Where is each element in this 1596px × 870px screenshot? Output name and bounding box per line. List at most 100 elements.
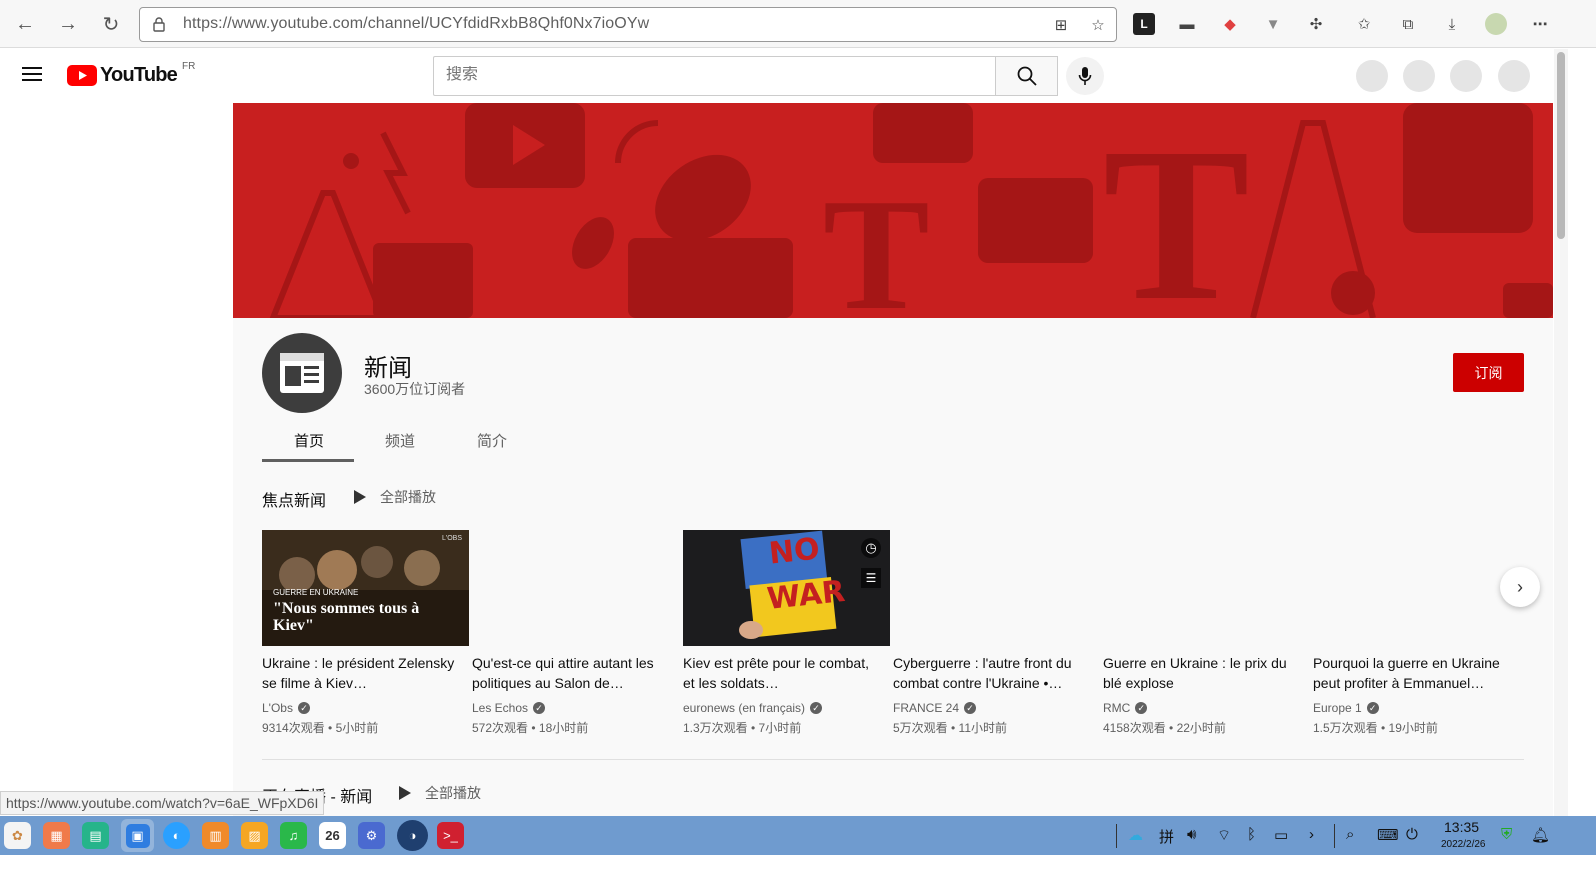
favorites-icon[interactable]: ✩ [1353,13,1375,35]
extension-v-icon[interactable]: ▼ [1262,13,1284,35]
header-button-placeholder[interactable] [1498,60,1530,92]
terminal-icon[interactable]: >_ [437,822,464,849]
svg-text:T: T [823,165,930,318]
security-icon[interactable]: ⛨ [1501,826,1512,843]
volume-icon[interactable]: 🔊︎ [1187,826,1196,843]
forward-icon[interactable]: → [53,9,83,39]
play-all-button[interactable]: 全部播放 [353,487,436,507]
channel-name: Les Echos [472,701,529,715]
video-meta: 572次观看 • 18小时前 [472,721,589,735]
video-title[interactable]: Guerre en Ukraine : le prix du blé explo… [1103,653,1303,693]
video-channel[interactable]: euronews (en français) ✓ [683,701,823,715]
search-taskbar-icon[interactable]: ⌕ [1346,826,1354,843]
menu-icon[interactable] [22,66,42,87]
video-channel[interactable]: FRANCE 24 ✓ [893,701,977,715]
back-icon[interactable]: ← [10,9,40,39]
video-title[interactable]: Qu'est-ce qui attire autant les politiqu… [472,653,672,693]
clock-time[interactable]: 13:35 [1444,819,1479,835]
youtube-play-logo-icon [67,65,97,86]
video-thumbnail[interactable]: L'OBS GUERRE EN UKRAINE "Nous sommes tou… [262,530,469,646]
video-channel[interactable]: RMC ✓ [1103,701,1148,715]
app-store-taskbar-item[interactable]: ▣ [121,819,154,852]
address-bar[interactable]: https://www.youtube.com/channel/UCYfdidR… [139,7,1117,42]
page-scrollbar[interactable] [1554,49,1568,816]
search-button[interactable] [995,56,1058,96]
reload-icon[interactable]: ↻ [96,9,126,39]
video-channel[interactable]: Europe 1 ✓ [1313,701,1379,715]
tab-about[interactable]: 简介 [477,430,507,451]
search-input[interactable] [446,66,966,84]
profile-avatar[interactable] [1485,13,1507,35]
subscriber-count: 3600万位订阅者 [364,381,466,397]
news-banner-art: T T [269,103,1553,318]
channel-name: RMC [1103,701,1131,715]
bluetooth-icon[interactable]: ᛒ [1247,826,1256,843]
region-code: FR [181,61,196,72]
video-meta: 1.5万次观看 • 19小时前 [1313,721,1438,735]
channel-title: 新闻 [364,355,412,382]
tab-channels[interactable]: 频道 [385,430,415,451]
extension-mask-icon[interactable]: ▬ [1176,13,1198,35]
video-thumbnail[interactable]: NO WAR ◷ ☰ [683,530,890,646]
clock-date[interactable]: 2022/2/26 [1441,839,1486,850]
section-title[interactable]: 焦点新闻 [262,487,326,511]
extension-l-icon[interactable]: L [1133,13,1155,35]
edge-browser-icon[interactable]: ◑ [397,820,428,851]
thumbnail-caption-small: GUERRE EN UKRAINE [273,588,359,597]
channel-avatar[interactable] [262,333,342,413]
multitask-icon[interactable]: ▦ [43,822,70,849]
store-icon[interactable]: ▥ [202,822,229,849]
video-meta: 4158次观看 • 22小时前 [1103,721,1226,735]
calendar-icon[interactable]: 26 [319,822,346,849]
extensions-puzzle-icon[interactable]: ✣ [1305,13,1327,35]
channel-name: euronews (en français) [683,701,806,715]
video-meta: 5万次观看 • 11小时前 [893,721,1008,735]
voice-search-button[interactable] [1066,57,1104,95]
video-channel[interactable]: L'Obs ✓ [262,701,310,715]
video-channel[interactable]: Les Echos ✓ [472,701,546,715]
app-available-icon[interactable]: ⊞ [1050,14,1072,36]
thumbnail-caption: "Nous sommes tous à Kiev" [273,600,420,634]
settings-icon[interactable]: ⚙ [358,822,385,849]
keyboard-icon[interactable]: ⌨ [1377,826,1399,844]
launcher-icon[interactable]: ✿ [4,822,31,849]
video-title[interactable]: Ukraine : le président Zelensky se filme… [262,653,462,693]
collections-icon[interactable]: ⧉ [1397,13,1419,35]
more-menu-icon[interactable]: ⋯ [1529,13,1551,35]
verified-icon: ✓ [297,702,310,714]
watch-later-icon[interactable]: ◷ [861,538,881,558]
verified-icon: ✓ [964,702,977,714]
tab-home[interactable]: 首页 [294,430,324,451]
section-divider [262,759,1524,760]
extension-cube-icon[interactable]: ◆ [1219,13,1241,35]
video-title[interactable]: Kiev est prête pour le combat, et les so… [683,653,883,693]
video-title[interactable]: Pourquoi la guerre en Ukraine peut profi… [1313,653,1513,693]
wifi-icon[interactable]: ⌔ [1217,826,1231,845]
power-icon[interactable]: ⏻ [1406,826,1418,843]
notification-icon[interactable]: 🔔︎ [1531,826,1550,844]
music-icon[interactable]: ♫ [280,822,307,849]
ime-indicator[interactable]: 拼 [1159,826,1174,847]
carousel-next-button[interactable]: › [1500,567,1540,607]
photos-icon[interactable]: ▨ [241,822,268,849]
cloud-icon[interactable]: ☁ [1128,826,1143,844]
search-box[interactable] [433,56,996,96]
downloads-icon[interactable]: ⤓ [1441,13,1463,35]
file-manager-icon[interactable]: ▤ [82,822,109,849]
add-to-queue-icon[interactable]: ☰ [861,568,881,588]
verified-icon: ✓ [810,702,823,714]
header-button-placeholder[interactable] [1450,60,1482,92]
header-button-placeholder[interactable] [1356,60,1388,92]
youtube-logo[interactable]: YouTube FR [67,61,196,87]
play-icon [354,490,366,504]
video-title[interactable]: Cyberguerre : l'autre front du combat co… [893,653,1093,693]
add-favorite-icon[interactable]: ☆ [1087,14,1109,36]
browser-icon[interactable]: ◐ [163,822,190,849]
scrollbar-thumb[interactable] [1557,52,1565,239]
header-button-placeholder[interactable] [1403,60,1435,92]
thumbnail-brand: L'OBS [442,535,463,542]
play-all-button[interactable]: 全部播放 [398,783,481,803]
expand-tray-icon[interactable]: › [1309,826,1314,843]
battery-icon[interactable]: ▭ [1274,826,1288,844]
subscribe-button[interactable]: 订阅 [1453,353,1524,392]
